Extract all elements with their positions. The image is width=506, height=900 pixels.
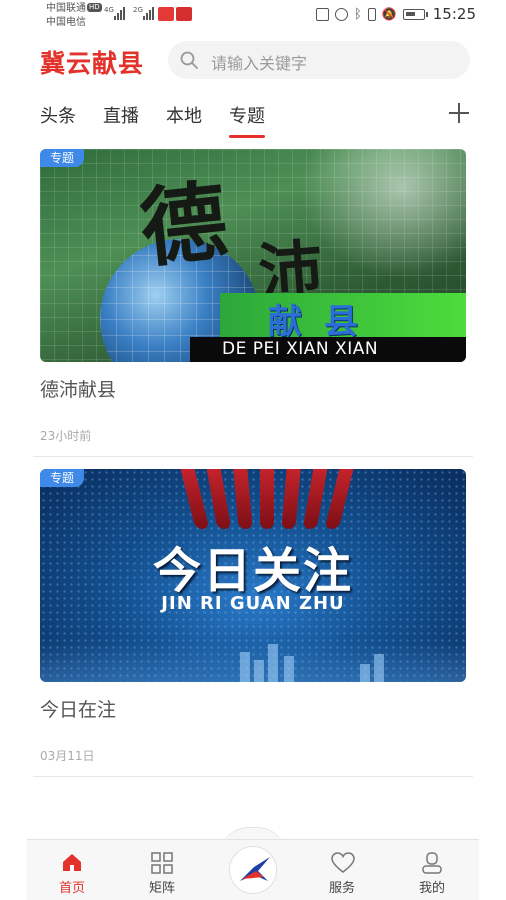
card-title[interactable]: 德沛献县: [40, 375, 116, 402]
tab-special[interactable]: 专题: [229, 102, 265, 138]
channel-tabs: 头条 直播 本地 专题: [0, 100, 506, 140]
nav-matrix-label: 矩阵: [148, 881, 175, 896]
app-header: 冀云献县 请输入关键字: [0, 40, 506, 80]
grid-icon: [151, 852, 173, 874]
thumbnail-title: 今日关注: [152, 543, 353, 599]
status-bar: 中国联通 中国电信 HD 4G 2G ᛒ 🔕 15:25: [0, 0, 506, 32]
nav-center-button[interactable]: [229, 846, 277, 894]
thumbnail-band-text: 献县: [268, 302, 380, 342]
hd-badge: HD: [87, 3, 102, 12]
nav-matrix[interactable]: 矩阵: [127, 840, 197, 900]
mute-icon: 🔕: [381, 7, 397, 21]
nav-service[interactable]: 服务: [307, 840, 377, 900]
thumbnail-pinyin: DE PEI XIAN XIAN: [222, 339, 379, 359]
carrier-2: 中国电信: [46, 17, 86, 28]
vibrate-icon: [367, 7, 376, 21]
heart-icon: [331, 852, 355, 873]
tab-live[interactable]: 直播: [103, 102, 139, 128]
tab-local[interactable]: 本地: [166, 102, 202, 128]
network-type-2: 2G: [133, 6, 143, 14]
nav-home-label: 首页: [58, 881, 85, 896]
user-icon: [422, 852, 442, 874]
nfc-icon: [316, 7, 329, 21]
search-input[interactable]: 请输入关键字: [211, 50, 307, 74]
card-thumbnail[interactable]: 德 沛 献县 DE PEI XIAN XIAN 专题: [40, 149, 466, 362]
nav-service-label: 服务: [328, 881, 355, 896]
news-card[interactable]: 德 沛 献县 DE PEI XIAN XIAN 专题 德沛献县 23小时前: [40, 149, 466, 449]
app-logo: 冀云献县: [40, 49, 145, 78]
tab-headlines[interactable]: 头条: [40, 102, 76, 128]
news-card[interactable]: 今日关注 JIN RI GUAN ZHU 专题 今日在注 03月11日: [40, 469, 466, 769]
status-icons: ᛒ 🔕 15:25: [316, 5, 476, 23]
card-timestamp: 23小时前: [40, 429, 92, 443]
card-title[interactable]: 今日在注: [40, 695, 116, 722]
thumbnail-subtitle: JIN RI GUAN ZHU: [161, 593, 345, 614]
home-icon: [63, 854, 81, 871]
clock: 15:25: [432, 5, 476, 23]
battery-icon: [402, 8, 428, 20]
divider: [33, 456, 473, 457]
app-logo-icon: [240, 857, 270, 881]
card-thumbnail[interactable]: 今日关注 JIN RI GUAN ZHU 专题: [40, 469, 466, 682]
divider: [33, 776, 473, 777]
thumbnail-char-1: 德: [135, 170, 232, 281]
carrier-1: 中国联通: [46, 3, 86, 14]
add-channel-icon[interactable]: [448, 102, 470, 124]
card-timestamp: 03月11日: [40, 749, 95, 763]
alarm-icon: [335, 7, 348, 21]
topic-tag: 专题: [40, 149, 85, 167]
bluetooth-icon: ᛒ: [354, 6, 362, 22]
nav-profile[interactable]: 我的: [397, 840, 467, 900]
notification-app-icon: [158, 7, 174, 21]
search-icon: [180, 51, 198, 69]
nav-profile-label: 我的: [418, 881, 445, 896]
search-bar[interactable]: 请输入关键字: [168, 41, 470, 79]
signal-icon-2: [143, 6, 154, 20]
nav-home[interactable]: 首页: [37, 840, 107, 900]
signal-icon-1: [114, 6, 125, 20]
topic-tag: 专题: [40, 469, 85, 487]
notification-app-icon-2: [176, 7, 192, 21]
network-type-1: 4G: [104, 6, 114, 14]
